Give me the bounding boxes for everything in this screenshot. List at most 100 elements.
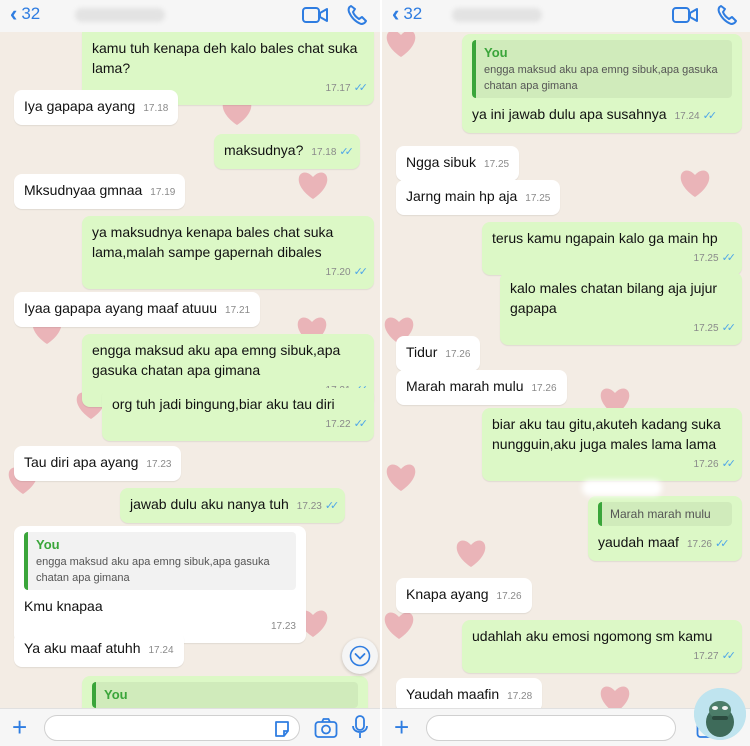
sticker-avatar[interactable]	[694, 688, 746, 740]
incoming-message[interactable]: Ngga sibuk 17.25	[396, 146, 520, 181]
phone-icon[interactable]	[716, 4, 738, 26]
heart-wallpaper-icon	[384, 612, 414, 639]
quote-author: You	[104, 687, 128, 702]
message-time: 17.18	[311, 147, 337, 158]
sticker-icon[interactable]	[273, 720, 291, 738]
quote-author: You	[484, 45, 508, 60]
quote-text: engga maksud aku apa emng sibuk,apa gasu…	[484, 64, 718, 92]
heart-wallpaper-icon	[386, 464, 416, 491]
message-composer: +	[0, 708, 380, 746]
read-ticks-icon: ✓✓	[721, 252, 737, 264]
contact-name-redacted	[75, 8, 165, 22]
message-text: Jarng main hp aja	[406, 188, 518, 204]
phone-icon[interactable]	[346, 4, 368, 26]
incoming-message[interactable]: Knapa ayang 17.26	[396, 578, 532, 613]
chevron-down-icon	[349, 645, 371, 667]
message-text: ya ini jawab dulu apa susahnya	[472, 106, 667, 122]
message-time: 17.23	[296, 501, 322, 512]
outgoing-message[interactable]: udahlah aku emosi ngomong sm kamu 17.27 ✓…	[462, 620, 742, 673]
back-button[interactable]: ‹ 32	[10, 1, 41, 26]
quoted-message[interactable]: Marah marah mulu	[598, 502, 732, 526]
microphone-icon[interactable]	[352, 715, 368, 739]
incoming-message[interactable]: Tau diri apa ayang 17.23	[14, 446, 182, 481]
outgoing-message[interactable]: terus kamu ngapain kalo ga main hp 17.25…	[482, 222, 742, 275]
message-text: org tuh jadi bingung,biar aku tau diri	[112, 396, 335, 412]
contact-name-redacted	[452, 8, 542, 22]
message-time: 17.26	[693, 459, 719, 470]
message-time: 17.18	[143, 103, 169, 114]
message-text: yaudah maaf	[598, 534, 679, 550]
heart-wallpaper-icon	[680, 170, 710, 197]
quote-text: Marah marah mulu	[610, 507, 711, 521]
message-text: engga maksud aku apa emng sibuk,apa gasu…	[92, 342, 341, 378]
camera-icon[interactable]	[314, 717, 338, 739]
incoming-message[interactable]: Iyaa gapapa ayang maaf atuuu 17.21	[14, 292, 261, 327]
incoming-message[interactable]: Yaudah maafin 17.28	[396, 678, 543, 712]
outgoing-message[interactable]: maksudnya? 17.18 ✓✓	[214, 134, 360, 169]
message-text: Tidur	[406, 344, 438, 360]
message-text: Ngga sibuk	[406, 154, 477, 170]
quoted-message[interactable]: You engga maksud aku apa emng sibuk,apa …	[472, 40, 732, 98]
quote-text: engga maksud aku apa emng sibuk,apa gasu…	[36, 556, 270, 584]
read-ticks-icon: ✓✓	[721, 458, 737, 470]
message-text: Mksudnyaa gmnaa	[24, 182, 143, 198]
read-ticks-icon: ✓✓	[353, 418, 369, 430]
message-input[interactable]	[44, 715, 300, 741]
message-text: biar aku tau gitu,akuteh kadang suka nun…	[492, 416, 721, 452]
unread-count: 32	[21, 4, 41, 23]
message-time: 17.25	[484, 159, 510, 170]
incoming-message[interactable]: Ya aku maaf atuhh 17.24	[14, 632, 184, 667]
scroll-to-bottom-button[interactable]	[342, 638, 378, 674]
message-input[interactable]	[426, 715, 676, 741]
message-text: Ya aku maaf atuhh	[24, 640, 141, 656]
message-time: 17.25	[693, 253, 719, 264]
video-call-icon[interactable]	[302, 4, 328, 26]
plus-icon[interactable]: +	[394, 713, 409, 741]
outgoing-message[interactable]: ya maksudnya kenapa bales chat suka lama…	[82, 216, 374, 289]
read-ticks-icon: ✓✓	[702, 110, 718, 122]
chat-header: ‹ 32	[0, 0, 380, 32]
incoming-message[interactable]: Tidur 17.26	[396, 336, 481, 371]
quoted-message[interactable]: You	[92, 682, 358, 708]
chat-header: ‹ 32	[382, 0, 750, 32]
message-text: kalo males chatan bilang aja jujur gapap…	[510, 280, 718, 316]
message-text: terus kamu ngapain kalo ga main hp	[492, 230, 718, 246]
incoming-message[interactable]: Iya gapapa ayang 17.18	[14, 90, 179, 125]
message-time: 17.26	[445, 349, 471, 360]
header-actions	[672, 4, 738, 26]
outgoing-message[interactable]: kalo males chatan bilang aja jujur gapap…	[500, 272, 742, 345]
chevron-left-icon: ‹	[10, 1, 18, 26]
chevron-left-icon: ‹	[392, 1, 400, 26]
incoming-message[interactable]: Marah marah mulu 17.26	[396, 370, 567, 405]
message-text: jawab dulu aku nanya tuh	[130, 496, 289, 512]
outgoing-reply-message[interactable]: You engga maksud aku apa emng sibuk,apa …	[462, 34, 742, 133]
back-button[interactable]: ‹ 32	[392, 1, 422, 26]
heart-wallpaper-icon	[456, 540, 486, 567]
message-time: 17.28	[507, 691, 533, 702]
message-time: 17.27	[693, 651, 719, 662]
message-time: 17.17	[325, 83, 351, 94]
incoming-reply-message[interactable]: You engga maksud aku apa emng sibuk,apa …	[14, 526, 306, 643]
quote-author: You	[36, 537, 60, 552]
message-time: 17.22	[325, 419, 351, 430]
video-call-icon[interactable]	[672, 4, 698, 26]
outgoing-reply-message[interactable]: Marah marah mulu yaudah maaf 17.26 ✓✓	[588, 496, 742, 561]
plus-icon[interactable]: +	[12, 713, 27, 741]
outgoing-message[interactable]: biar aku tau gitu,akuteh kadang suka nun…	[482, 408, 742, 481]
outgoing-message[interactable]: org tuh jadi bingung,biar aku tau diri 1…	[102, 388, 374, 441]
message-text: Kmu knapaa	[24, 598, 103, 614]
message-time: 17.21	[225, 305, 251, 316]
message-time: 17.24	[674, 111, 700, 122]
incoming-message[interactable]: Mksudnyaa gmnaa 17.19	[14, 174, 186, 209]
message-text: Tau diri apa ayang	[24, 454, 139, 470]
redacted-area	[582, 480, 662, 496]
read-ticks-icon: ✓✓	[721, 650, 737, 662]
message-time: 17.26	[531, 383, 557, 394]
outgoing-message[interactable]: jawab dulu aku nanya tuh 17.23 ✓✓	[120, 488, 346, 523]
quoted-message[interactable]: You engga maksud aku apa emng sibuk,apa …	[24, 532, 296, 590]
message-time: 17.26	[496, 591, 522, 602]
message-time: 17.25	[525, 193, 551, 204]
incoming-message[interactable]: Jarng main hp aja 17.25	[396, 180, 561, 215]
read-ticks-icon: ✓✓	[339, 146, 354, 158]
message-text: ya maksudnya kenapa bales chat suka lama…	[92, 224, 334, 260]
